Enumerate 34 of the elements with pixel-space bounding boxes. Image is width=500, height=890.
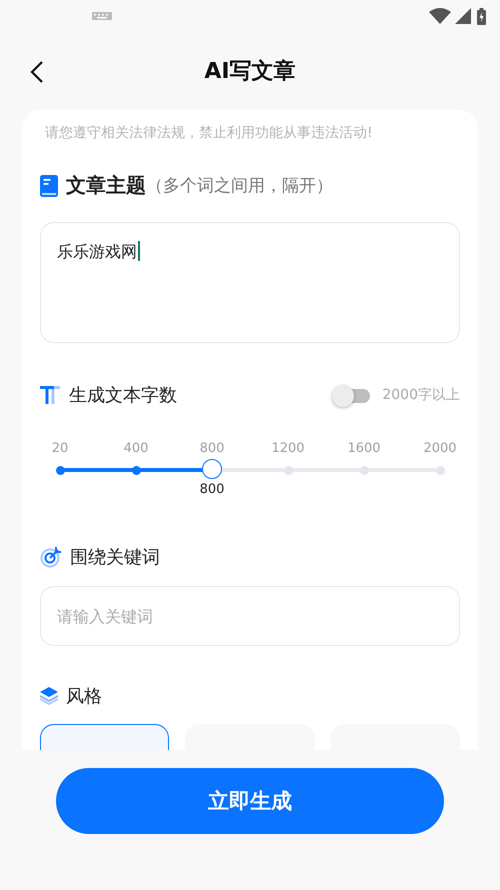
tick-dot [284, 466, 292, 474]
topic-text-area[interactable]: 乐乐游戏网 [40, 222, 460, 343]
keyboard-icon [92, 12, 112, 20]
keywords-label: 围绕关键词 [70, 546, 160, 569]
length-label: 生成文本字数 [69, 384, 177, 407]
over-2000-toggle[interactable] [332, 385, 370, 405]
legal-notice: 请您遵守相关法律法规，禁止利用功能从事违法活动! [45, 124, 374, 142]
tick-label: 20 [50, 441, 70, 456]
tick-label: 400 [122, 441, 150, 456]
slider-thumb[interactable] [202, 459, 222, 479]
tick-dot [436, 466, 444, 474]
generate-button[interactable]: 立即生成 [56, 768, 444, 834]
topic-label: 文章主题 [66, 172, 146, 199]
book-icon [40, 174, 58, 196]
layers-icon [40, 687, 58, 705]
tick-dot [132, 466, 140, 474]
tick-label: 1600 [346, 441, 382, 456]
slider-value: 800 [200, 482, 224, 497]
tick-label: 2000 [422, 441, 458, 456]
tick-label: 1200 [270, 441, 306, 456]
battery-icon [477, 8, 486, 24]
signal-icon [455, 8, 471, 24]
text-format-icon [40, 386, 60, 404]
back-icon[interactable] [30, 60, 44, 84]
tick-dot [56, 466, 64, 474]
topic-hint: （多个词之间用，隔开） [146, 175, 333, 197]
tick-label: 800 [198, 441, 226, 456]
wifi-icon [429, 8, 451, 24]
over-2000-label: 2000字以上 [382, 386, 460, 404]
target-icon [40, 546, 62, 568]
keywords-field[interactable]: 请输入关键词 [40, 586, 460, 646]
style-label: 风格 [66, 685, 102, 708]
page-title: AI写文章 [204, 58, 296, 86]
tick-dot [360, 466, 368, 474]
